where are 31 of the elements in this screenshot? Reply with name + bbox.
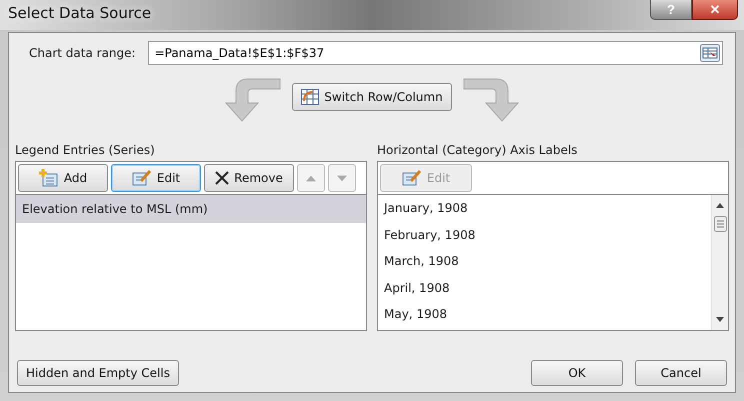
series-item[interactable]: Elevation relative to MSL (mm) [16,195,366,223]
close-button[interactable]: ✕ [692,0,738,20]
table-switch-icon [301,89,320,105]
add-button[interactable]: Add [18,164,108,192]
down-triangle-icon [337,174,347,182]
remove-button[interactable]: Remove [204,164,294,192]
add-list-icon [38,169,59,187]
edit-button[interactable]: Edit [111,164,201,192]
legend-entries-label: Legend Entries (Series) [15,143,156,157]
up-triangle-icon [306,174,316,182]
axis-label-item[interactable]: May, 1908 [378,301,711,328]
chart-range-field[interactable]: =Panama_Data!$E$1:$F$37 [148,41,723,65]
axis-label-item[interactable]: February, 1908 [378,222,711,248]
ok-button[interactable]: OK [531,360,623,386]
switch-row-column-button[interactable]: Switch Row/Column [292,83,452,111]
window-title: Select Data Source [8,4,152,22]
scrollbar[interactable] [711,195,728,330]
scroll-down-icon[interactable] [716,317,724,322]
cancel-button[interactable]: Cancel [635,360,727,386]
chart-range-label: Chart data range: [29,46,136,60]
close-icon [215,171,230,185]
edit-pencil-icon [132,169,152,187]
scroll-up-icon[interactable] [716,203,724,208]
scroll-thumb[interactable] [714,216,726,232]
axis-label-item[interactable]: April, 1908 [378,274,711,301]
hidden-empty-cells-button[interactable]: Hidden and Empty Cells [17,360,179,386]
axis-labels-label: Horizontal (Category) Axis Labels [377,143,578,157]
edit-pencil-icon [402,169,422,187]
axis-label-item[interactable]: January, 1908 [378,195,711,222]
axis-label-item[interactable]: March, 1908 [378,248,711,274]
range-picker-icon[interactable] [700,44,720,62]
